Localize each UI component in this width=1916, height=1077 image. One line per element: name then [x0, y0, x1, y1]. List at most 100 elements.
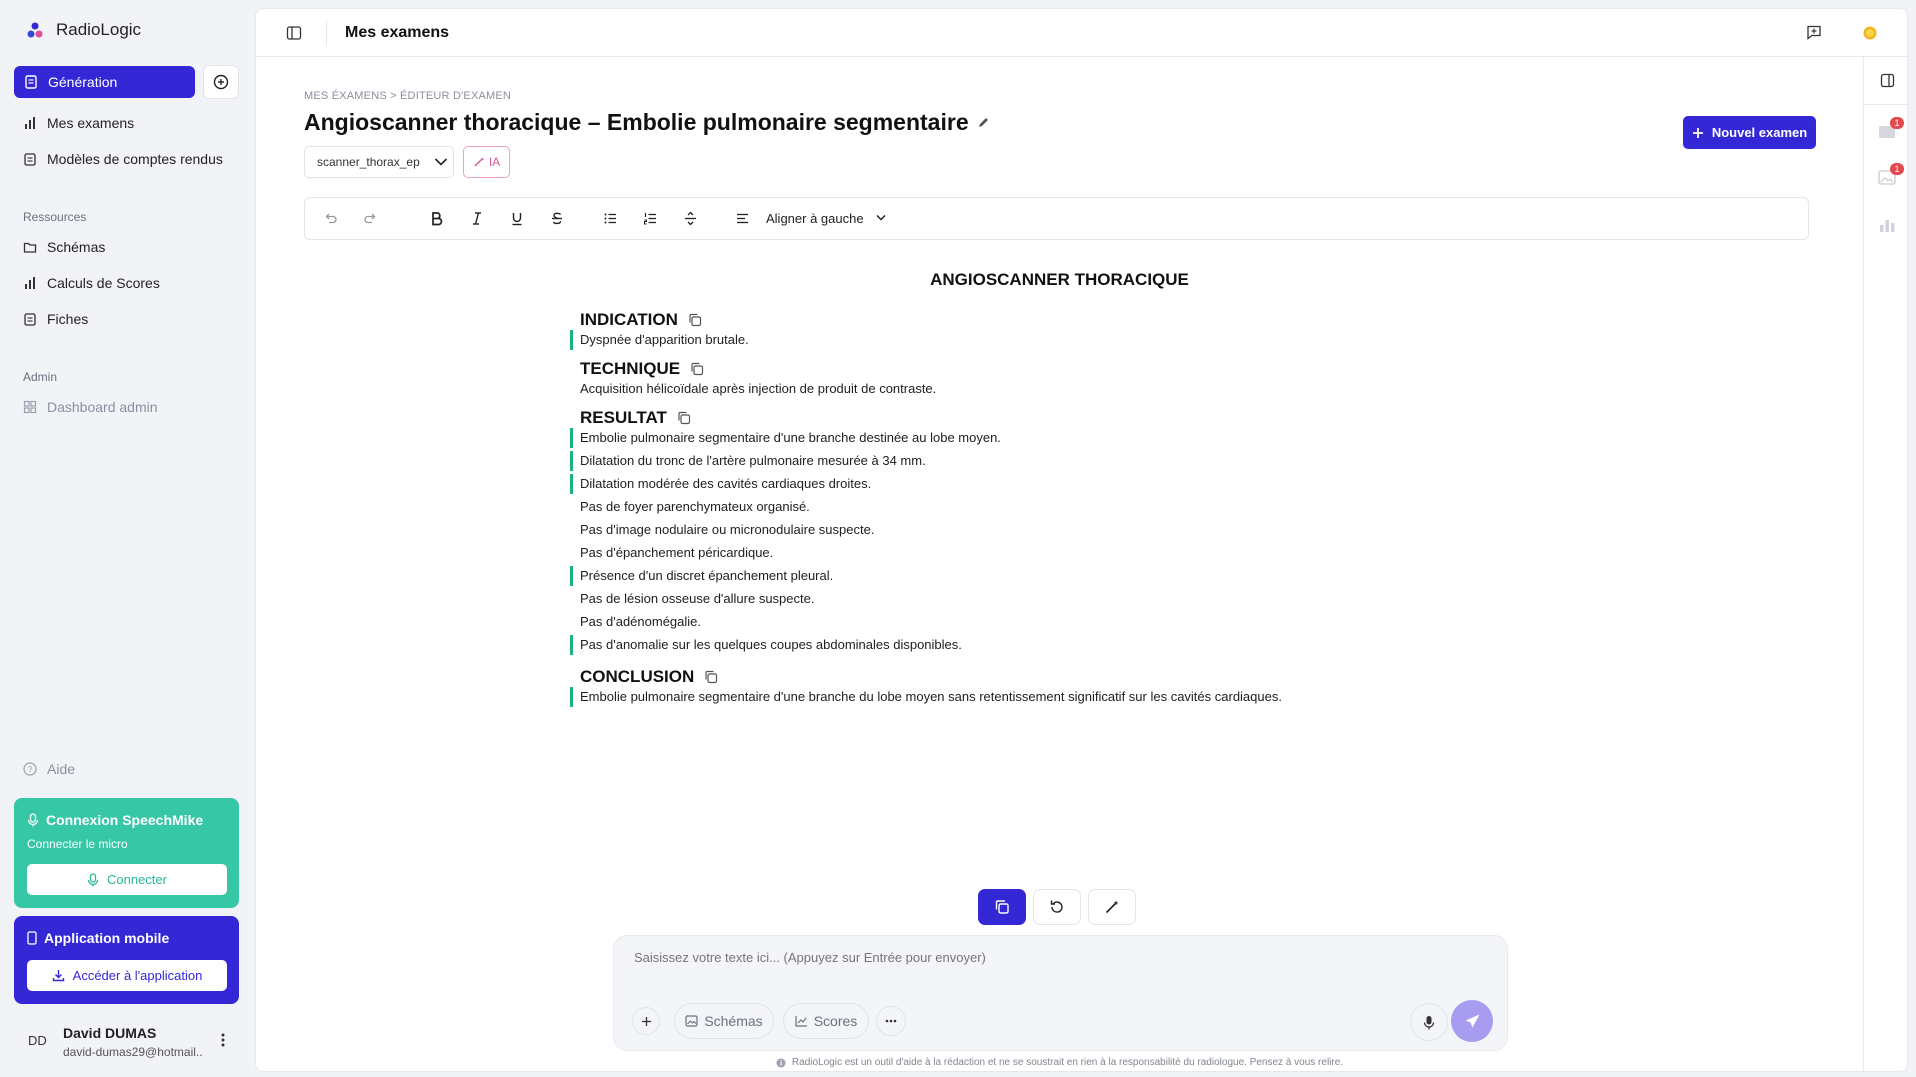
- user-email: david-dumas29@hotmail...: [63, 1045, 203, 1059]
- scores-chip[interactable]: Scores: [783, 1003, 869, 1039]
- sidebar-item-fiches[interactable]: Fiches: [23, 311, 88, 327]
- resources-section-label: Ressources: [23, 210, 87, 224]
- report-line[interactable]: Dilatation du tronc de l'artère pulmonai…: [570, 451, 926, 471]
- horizontal-rule-icon[interactable]: [683, 211, 698, 226]
- notification-badge: 1: [1890, 117, 1904, 129]
- bar-chart-icon: [23, 116, 37, 130]
- add-attachment-button[interactable]: [632, 1007, 660, 1035]
- italic-icon[interactable]: [470, 211, 484, 226]
- phone-icon: [27, 931, 37, 945]
- report-line[interactable]: Acquisition hélicoïdale après injection …: [580, 379, 936, 399]
- sun-theme-icon[interactable]: [1861, 24, 1879, 42]
- redo-icon[interactable]: [363, 211, 378, 226]
- align-select-label[interactable]: Aligner à gauche: [766, 211, 864, 226]
- speechmike-subtitle: Connecter le micro: [27, 837, 128, 851]
- mobile-app-card: Application mobile Accéder à l'applicati…: [14, 916, 239, 1004]
- report-line[interactable]: Dilatation modérée des cavités cardiaque…: [570, 474, 871, 494]
- align-left-icon[interactable]: [735, 211, 750, 226]
- help-link[interactable]: ? Aide: [23, 761, 75, 777]
- user-name: David DUMAS: [63, 1025, 157, 1041]
- report-line[interactable]: Pas d'adénomégalie.: [580, 612, 701, 632]
- ia-button[interactable]: IA: [463, 146, 510, 178]
- feedback-icon[interactable]: [1806, 24, 1822, 40]
- message-input[interactable]: [634, 950, 1434, 965]
- message-composer: Schémas Scores: [613, 935, 1508, 1051]
- svg-text:?: ?: [28, 765, 33, 774]
- sidebar-item-label: Dashboard admin: [47, 399, 158, 415]
- report-line[interactable]: Pas de lésion osseuse d'allure suspecte.: [580, 589, 814, 609]
- bullet-list-icon[interactable]: [603, 211, 618, 226]
- report-line[interactable]: Présence d'un discret épanchement pleura…: [570, 566, 833, 586]
- strikethrough-icon[interactable]: [550, 211, 564, 226]
- copy-report-button[interactable]: [978, 889, 1026, 925]
- clipboard-icon: [23, 152, 37, 166]
- help-label: Aide: [47, 761, 76, 777]
- microphone-icon: [87, 872, 99, 887]
- page-title: Mes examens: [345, 24, 450, 41]
- main-panel: Mes examens MES ÉXAMENS > ÉDITEUR D'EXAM…: [255, 8, 1910, 1072]
- speechmike-card: Connexion SpeechMike Connecter le micro …: [14, 798, 239, 908]
- reset-report-button[interactable]: [1033, 889, 1081, 925]
- pencil-icon[interactable]: [977, 116, 990, 129]
- more-options-button[interactable]: [876, 1006, 906, 1036]
- sidebar-item-mes-examens[interactable]: Mes examens: [23, 115, 134, 131]
- document-icon: [24, 75, 38, 89]
- rail-stats-button[interactable]: [1878, 217, 1896, 233]
- report-actions: [978, 889, 1136, 925]
- rail-images-button[interactable]: 1: [1878, 163, 1904, 185]
- report-line[interactable]: Pas de foyer parenchymateux organisé.: [580, 497, 810, 517]
- clipboard-icon: [23, 312, 37, 326]
- section-technique: TECHNIQUE: [580, 359, 704, 379]
- disclaimer: RadioLogic est un outil d'aide à la réda…: [256, 1057, 1863, 1068]
- user-profile[interactable]: DD David DUMAS david-dumas29@hotmail...: [14, 1018, 239, 1068]
- brand[interactable]: RadioLogic: [26, 20, 141, 40]
- speechmike-title: Connexion SpeechMike: [27, 812, 203, 828]
- report-line[interactable]: Pas d'anomalie sur les quelques coupes a…: [570, 635, 962, 655]
- report-line[interactable]: Pas d'épanchement péricardique.: [580, 543, 773, 563]
- send-button[interactable]: [1451, 1000, 1493, 1042]
- sidebar-item-label: Mes examens: [47, 115, 135, 131]
- sidebar-item-modeles[interactable]: Modèles de comptes rendus: [23, 151, 223, 167]
- new-exam-button[interactable]: Nouvel examen: [1683, 116, 1816, 149]
- numbered-list-icon[interactable]: [643, 211, 658, 226]
- template-select[interactable]: scanner_thorax_ep: [304, 146, 454, 178]
- microphone-icon: [27, 813, 39, 827]
- report-line[interactable]: Dyspnée d'apparition brutale.: [570, 330, 749, 350]
- app-name: RadioLogic: [56, 20, 142, 39]
- underline-icon[interactable]: [510, 211, 524, 226]
- report-line[interactable]: Embolie pulmonaire segmentaire d'une bra…: [570, 687, 1282, 707]
- access-app-button[interactable]: Accéder à l'application: [27, 960, 227, 991]
- panel-toggle-button[interactable]: [1864, 57, 1910, 105]
- exam-title: Angioscanner thoracique – Embolie pulmon…: [304, 109, 990, 136]
- formatting-toolbar: Aligner à gauche: [304, 197, 1809, 240]
- sidebar-toggle-icon[interactable]: [286, 25, 302, 41]
- more-vertical-icon[interactable]: [221, 1033, 225, 1047]
- copy-icon[interactable]: [704, 670, 718, 684]
- report-line[interactable]: Pas d'image nodulaire ou micronodulaire …: [580, 520, 874, 540]
- ai-enhance-button[interactable]: [1088, 889, 1136, 925]
- chevron-down-icon[interactable]: [875, 213, 887, 223]
- right-rail: 1 1: [1863, 57, 1910, 1072]
- connect-speechmike-button[interactable]: Connecter: [27, 864, 227, 895]
- image-icon: [685, 1015, 698, 1027]
- new-generation-button[interactable]: [203, 65, 239, 99]
- report-title: ANGIOSCANNER THORACIQUE: [930, 270, 1189, 289]
- bar-chart-icon: [23, 276, 37, 290]
- copy-icon[interactable]: [688, 313, 702, 327]
- send-icon: [1464, 1013, 1481, 1030]
- generation-label: Génération: [48, 74, 118, 90]
- report-line[interactable]: Embolie pulmonaire segmentaire d'une bra…: [570, 428, 1001, 448]
- rail-documents-button[interactable]: 1: [1878, 117, 1904, 139]
- copy-icon[interactable]: [677, 411, 691, 425]
- sidebar-item-scores[interactable]: Calculs de Scores: [23, 275, 160, 291]
- copy-icon[interactable]: [690, 362, 704, 376]
- sidebar-item-dashboard-admin[interactable]: Dashboard admin: [23, 399, 158, 415]
- bold-icon[interactable]: [430, 211, 444, 226]
- sidebar-item-label: Schémas: [47, 239, 106, 255]
- undo-icon[interactable]: [323, 211, 338, 226]
- schemas-chip[interactable]: Schémas: [674, 1003, 774, 1039]
- sidebar-item-schemas[interactable]: Schémas: [23, 239, 105, 255]
- radiologic-logo-icon: [26, 21, 44, 39]
- generation-button[interactable]: Génération: [14, 66, 195, 98]
- microphone-button[interactable]: [1410, 1003, 1448, 1041]
